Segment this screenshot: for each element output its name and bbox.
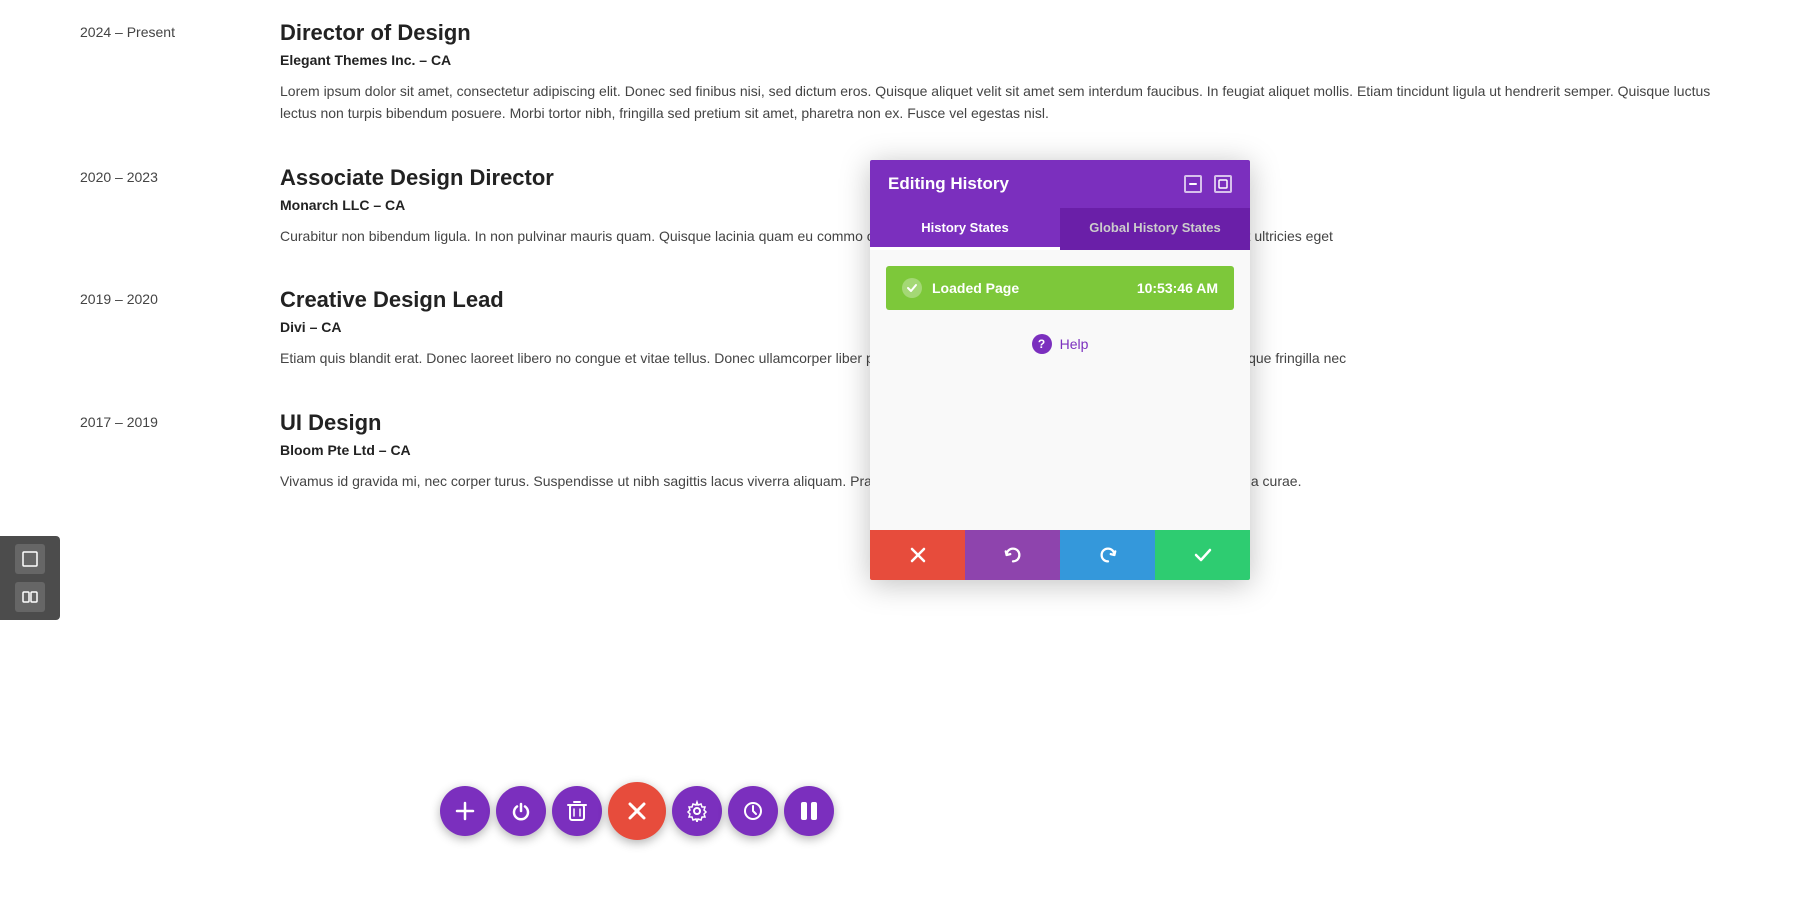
history-item-loaded-page[interactable]: Loaded Page 10:53:46 AM — [886, 266, 1234, 310]
save-button[interactable] — [1155, 530, 1250, 580]
editing-history-modal: Editing History History States Global Hi… — [870, 160, 1250, 580]
content-1: Director of Design Elegant Themes Inc. –… — [280, 20, 1720, 125]
fab-close-button[interactable] — [608, 782, 666, 840]
left-toolbar-btn-1[interactable] — [15, 544, 45, 574]
date-4: 2017 – 2019 — [80, 410, 280, 492]
left-toolbar — [0, 536, 60, 620]
tab-global-history-states[interactable]: Global History States — [1060, 208, 1250, 250]
fab-trash-button[interactable] — [552, 786, 602, 836]
modal-footer — [870, 530, 1250, 580]
redo-button[interactable] — [1060, 530, 1155, 580]
fab-gear-button[interactable] — [672, 786, 722, 836]
history-item-left: Loaded Page — [902, 278, 1019, 298]
floating-toolbar — [440, 782, 834, 840]
help-label: Help — [1060, 336, 1089, 352]
checkmark-icon — [902, 278, 922, 298]
company-1: Elegant Themes Inc. – CA — [280, 52, 1720, 68]
date-1: 2024 – Present — [80, 20, 280, 125]
job-title-1: Director of Design — [280, 20, 1720, 46]
modal-title: Editing History — [888, 174, 1009, 194]
undo-button[interactable] — [965, 530, 1060, 580]
modal-expand-icon[interactable] — [1214, 175, 1232, 193]
date-2: 2020 – 2023 — [80, 165, 280, 247]
timeline-entry-1: 2024 – Present Director of Design Elegan… — [80, 20, 1720, 125]
history-item-label: Loaded Page — [932, 280, 1019, 296]
cancel-button[interactable] — [870, 530, 965, 580]
fab-history-button[interactable] — [728, 786, 778, 836]
fab-pause-button[interactable] — [784, 786, 834, 836]
modal-header: Editing History — [870, 160, 1250, 208]
help-icon: ? — [1032, 334, 1052, 354]
history-item-time: 10:53:46 AM — [1137, 280, 1218, 296]
fab-add-button[interactable] — [440, 786, 490, 836]
modal-tabs: History States Global History States — [870, 208, 1250, 250]
tab-history-states[interactable]: History States — [870, 208, 1060, 250]
modal-minimize-icon[interactable] — [1184, 175, 1202, 193]
left-toolbar-btn-2[interactable] — [15, 582, 45, 612]
help-row[interactable]: ? Help — [886, 334, 1234, 354]
description-1: Lorem ipsum dolor sit amet, consectetur … — [280, 80, 1720, 125]
fab-power-button[interactable] — [496, 786, 546, 836]
date-3: 2019 – 2020 — [80, 287, 280, 369]
modal-body: Loaded Page 10:53:46 AM ? Help — [870, 250, 1250, 530]
modal-header-icons — [1184, 175, 1232, 193]
